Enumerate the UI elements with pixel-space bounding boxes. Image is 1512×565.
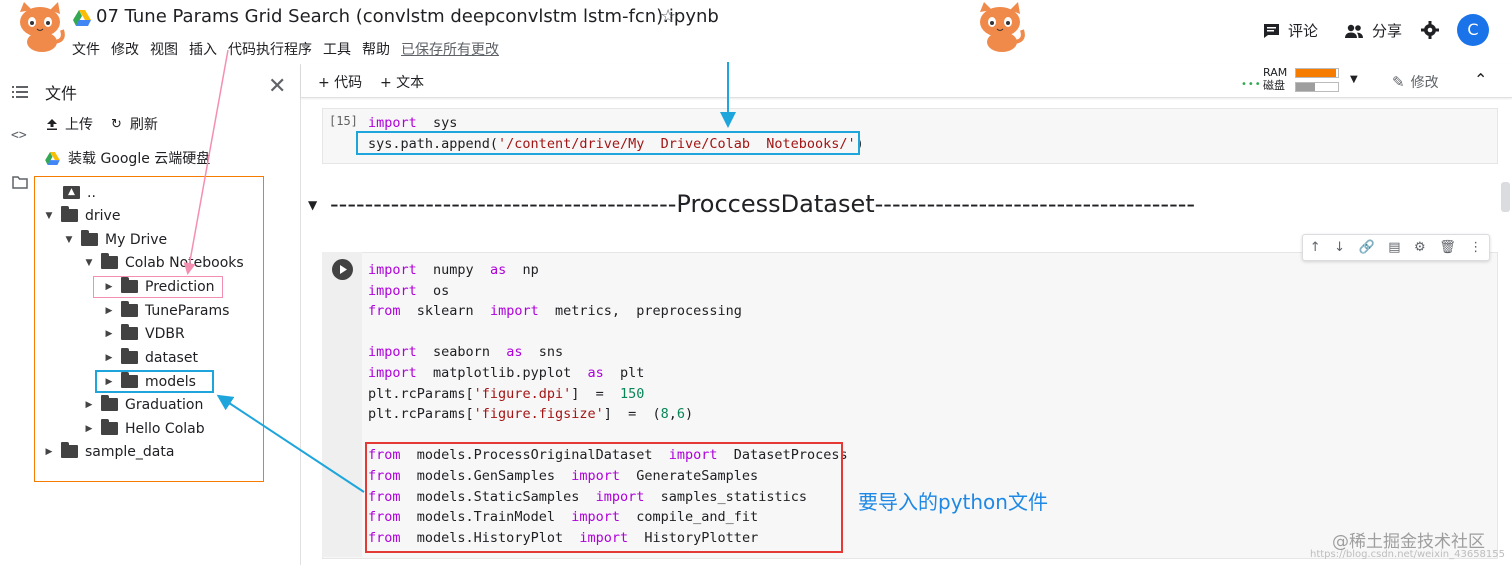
arrow-to-prediction xyxy=(183,49,229,275)
arrow-to-models xyxy=(216,394,365,493)
scrollbar-thumb[interactable] xyxy=(1501,182,1510,212)
watermark-url: https://blog.csdn.net/weixin_43658155 xyxy=(1310,549,1506,560)
annotation-arrows xyxy=(183,49,736,493)
